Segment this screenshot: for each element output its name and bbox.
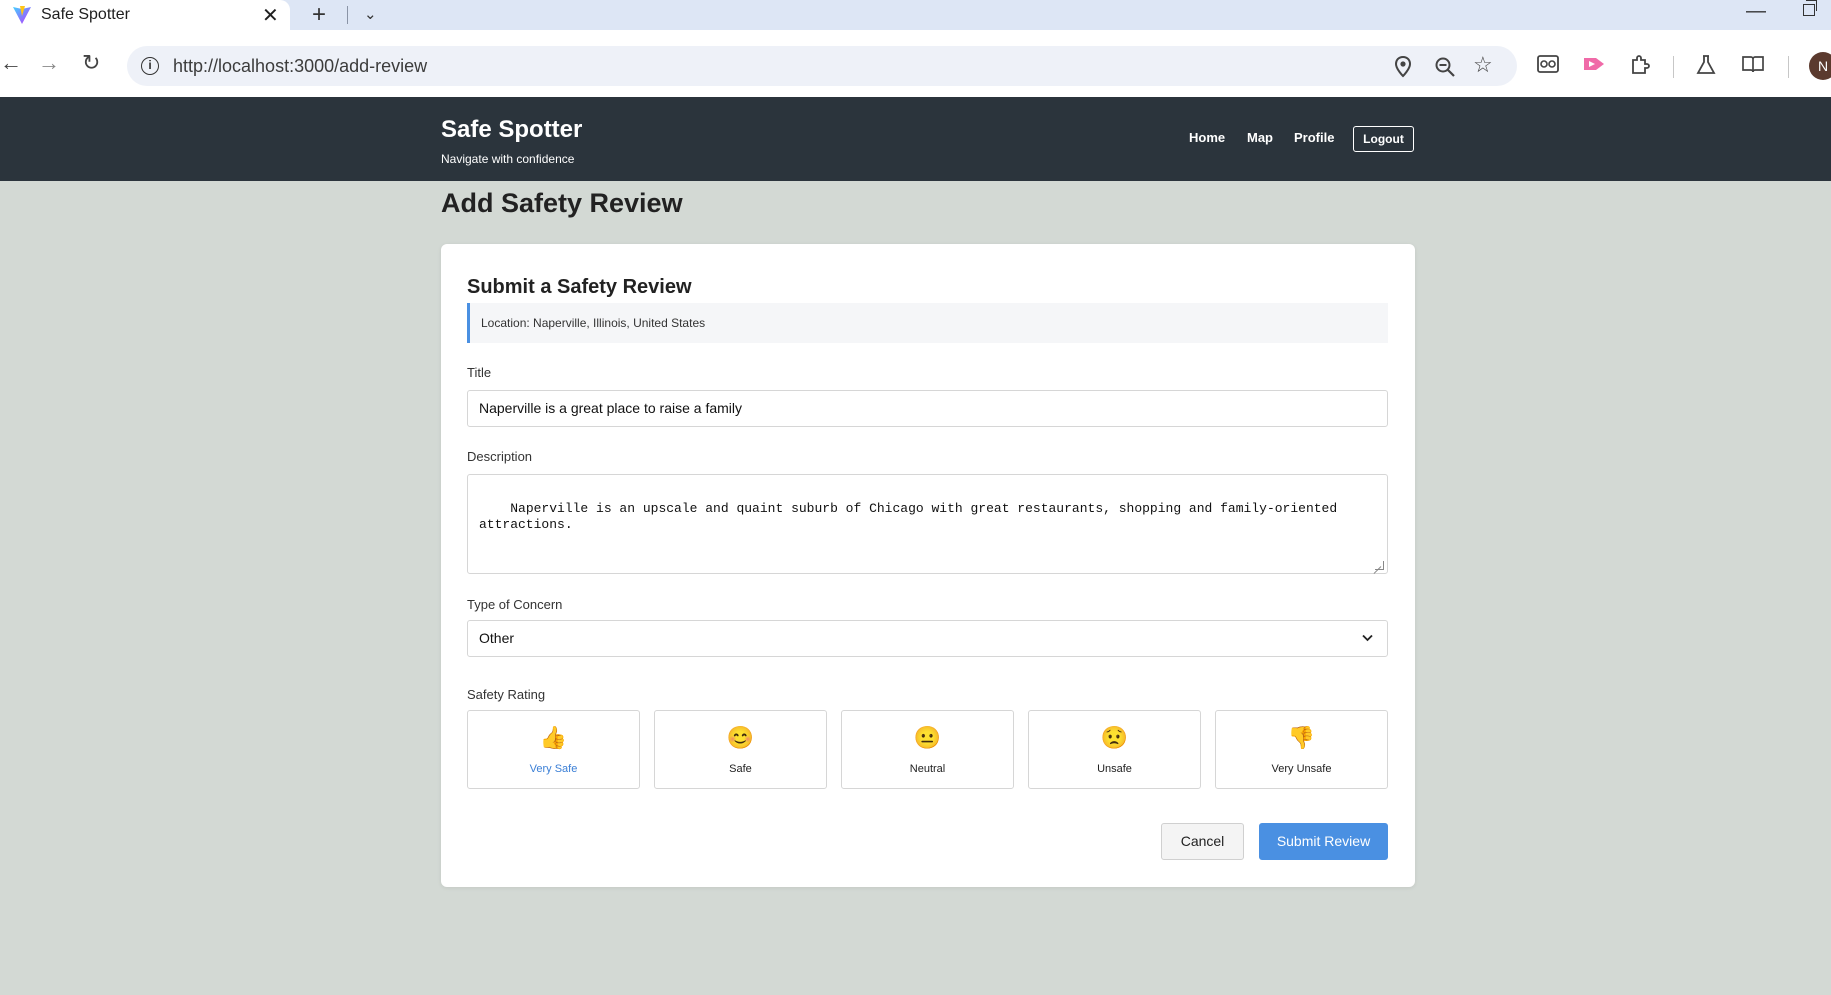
concern-type-select[interactable]: Other — [467, 620, 1388, 657]
worried-face-icon: 😟 — [1100, 725, 1129, 750]
location-banner: Location: Naperville, Illinois, United S… — [467, 303, 1388, 343]
media-extension-icon[interactable] — [1582, 54, 1606, 74]
smiling-face-icon: 😊 — [726, 725, 755, 750]
safety-rating-label: Safety Rating — [467, 687, 546, 702]
app-header: Safe Spotter Navigate with confidence Ho… — [0, 97, 1831, 181]
reading-list-icon[interactable] — [1741, 54, 1765, 74]
tab-divider — [347, 6, 348, 24]
thumbs-down-icon: 👎 — [1287, 725, 1316, 750]
tab-list-chevron-icon[interactable]: ⌄ — [364, 5, 377, 23]
location-pin-icon[interactable] — [1394, 56, 1412, 78]
rating-very-safe[interactable]: 👍 Very Safe — [467, 710, 640, 789]
zoom-out-icon[interactable] — [1434, 56, 1456, 78]
address-bar[interactable]: i http://localhost:3000/add-review ☆ — [127, 46, 1517, 86]
safety-rating-group: 👍 Very Safe 😊 Safe 😐 Neutral 😟 Unsafe 👎 … — [467, 710, 1388, 789]
browser-toolbar: ← → ↻ i http://localhost:3000/add-review… — [0, 30, 1831, 97]
neutral-face-icon: 😐 — [913, 725, 942, 750]
description-textarea[interactable]: Naperville is an upscale and quaint subu… — [467, 474, 1388, 574]
submit-review-button[interactable]: Submit Review — [1259, 823, 1388, 860]
rating-unsafe[interactable]: 😟 Unsafe — [1028, 710, 1201, 789]
rating-label: Neutral — [909, 763, 946, 775]
concern-type-label: Type of Concern — [467, 597, 563, 612]
logout-button[interactable]: Logout — [1353, 126, 1414, 152]
tab-title: Safe Spotter — [41, 6, 130, 23]
vite-favicon-icon — [13, 6, 31, 24]
rating-label: Very Unsafe — [1271, 763, 1332, 775]
form-heading: Submit a Safety Review — [467, 276, 692, 298]
thumbs-up-icon: 👍 — [539, 725, 568, 750]
browser-tab-bar: Safe Spotter ✕ + ⌄ — — [0, 0, 1831, 30]
rating-label: Very Safe — [529, 763, 578, 775]
extensions-puzzle-icon[interactable] — [1629, 54, 1651, 76]
forward-arrow-icon[interactable]: → — [38, 50, 60, 76]
rating-safe[interactable]: 😊 Safe — [654, 710, 827, 789]
new-tab-icon[interactable]: + — [312, 1, 326, 29]
review-form-card: Submit a Safety Review Location: Napervi… — [441, 244, 1415, 887]
back-arrow-icon[interactable]: ← — [0, 50, 22, 76]
bookmark-star-icon[interactable]: ☆ — [1473, 52, 1493, 78]
url-text[interactable]: http://localhost:3000/add-review — [173, 56, 427, 77]
chevron-down-icon — [1362, 634, 1373, 642]
concern-type-value: Other — [479, 630, 515, 646]
rating-very-unsafe[interactable]: 👎 Very Unsafe — [1215, 710, 1388, 789]
toolbar-divider — [1788, 56, 1789, 78]
labs-flask-icon[interactable] — [1696, 54, 1716, 76]
reading-mode-icon[interactable] — [1537, 54, 1559, 74]
site-info-icon[interactable]: i — [141, 57, 159, 75]
minimize-window-icon[interactable]: — — [1746, 0, 1766, 23]
toolbar-divider — [1673, 56, 1674, 78]
rating-label: Safe — [729, 763, 752, 775]
description-label: Description — [467, 449, 533, 464]
profile-avatar[interactable]: N — [1809, 52, 1831, 80]
title-label: Title — [467, 365, 492, 380]
resize-handle-icon[interactable] — [1375, 561, 1384, 570]
restore-window-icon[interactable] — [1803, 0, 1817, 16]
brand-title[interactable]: Safe Spotter — [441, 116, 582, 144]
title-input[interactable]: Naperville is a great place to raise a f… — [467, 390, 1388, 427]
brand-tagline: Navigate with confidence — [441, 152, 575, 166]
browser-tab[interactable]: Safe Spotter ✕ — [0, 0, 290, 30]
reload-icon[interactable]: ↻ — [82, 50, 100, 76]
nav-home-link[interactable]: Home — [1189, 130, 1225, 145]
description-text: Naperville is an upscale and quaint subu… — [479, 501, 1345, 532]
nav-profile-link[interactable]: Profile — [1294, 130, 1334, 145]
close-tab-icon[interactable]: ✕ — [262, 3, 279, 28]
location-text: Location: Naperville, Illinois, United S… — [481, 316, 706, 330]
nav-map-link[interactable]: Map — [1247, 130, 1273, 145]
cancel-button[interactable]: Cancel — [1161, 823, 1244, 860]
rating-neutral[interactable]: 😐 Neutral — [841, 710, 1014, 789]
rating-label: Unsafe — [1097, 763, 1132, 775]
page-title: Add Safety Review — [441, 188, 683, 218]
